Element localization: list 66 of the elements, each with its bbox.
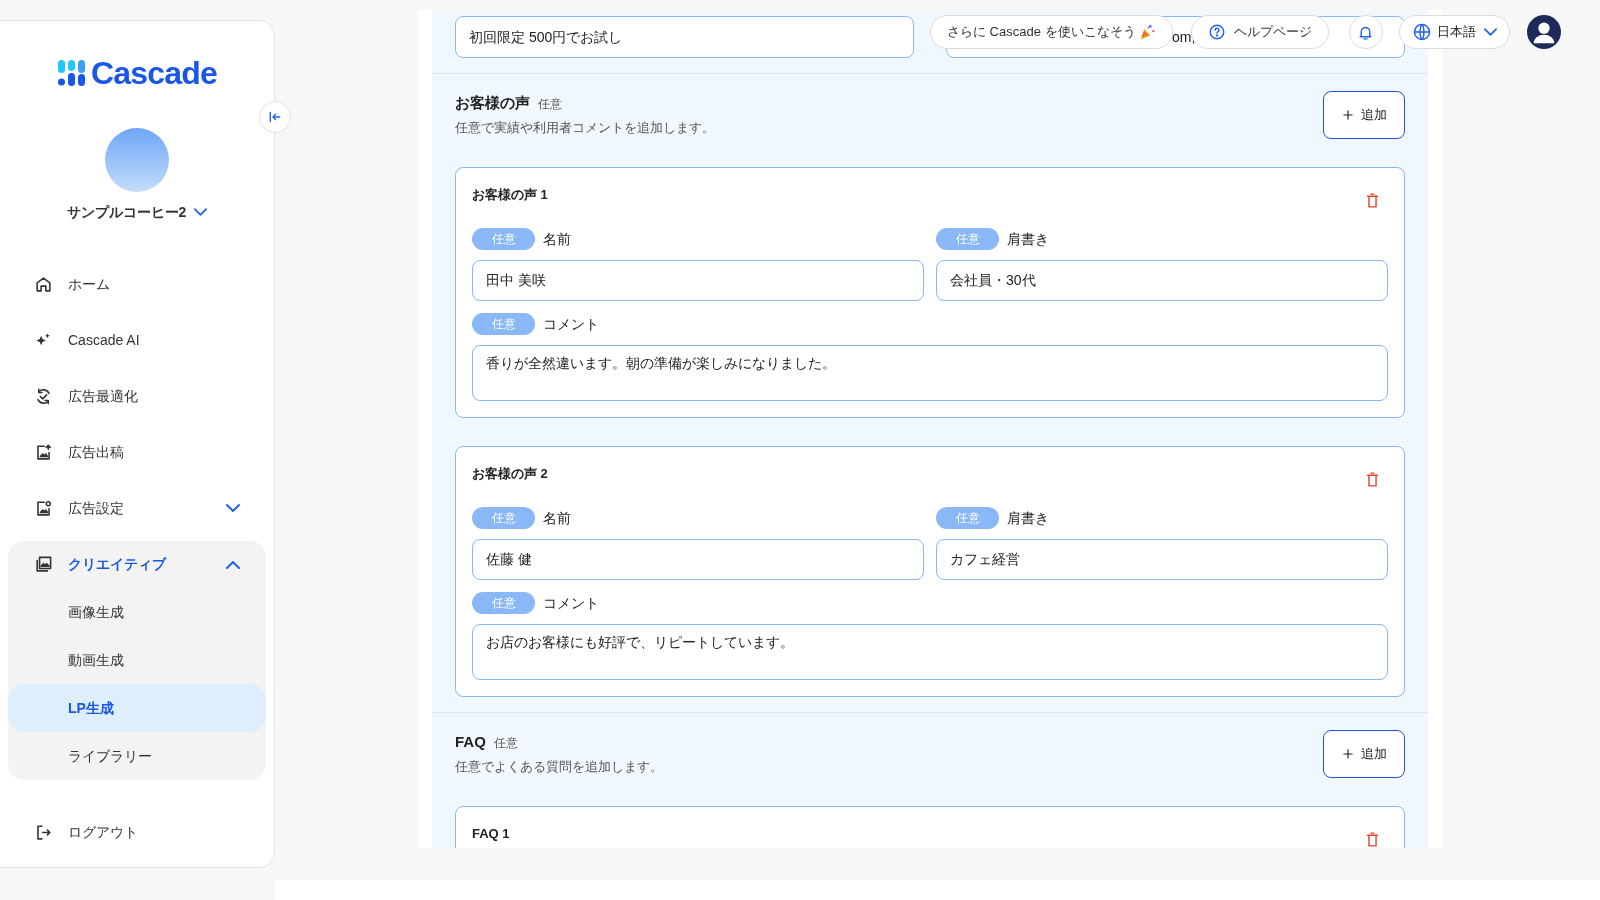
optional-label: 任意 xyxy=(493,735,518,752)
collapse-icon xyxy=(267,109,283,125)
section-title: FAQ xyxy=(455,732,486,752)
add-button[interactable]: 追加 xyxy=(1323,91,1405,139)
optional-badge: 任意 xyxy=(472,507,535,529)
textarea-field[interactable]: お店のお客様にも好評で、リピートしています。 xyxy=(472,624,1388,680)
logo-text: Cascade xyxy=(90,57,217,89)
collapse-sidebar-button[interactable] xyxy=(259,101,291,133)
add-button[interactable]: 追加 xyxy=(1323,730,1405,778)
field-label: 肩書き xyxy=(1007,508,1049,528)
logout-item[interactable]: ログアウト xyxy=(0,804,274,860)
gallery-icon xyxy=(34,555,53,574)
plus-icon xyxy=(1341,747,1355,761)
help-icon xyxy=(1207,23,1226,41)
image-gear-icon xyxy=(34,498,53,518)
field-label: コメント xyxy=(543,314,599,334)
textarea-field[interactable]: 香りが全然違います。朝の準備が楽しみになりました。 xyxy=(472,345,1388,401)
optional-label: 任意 xyxy=(538,96,562,113)
promo-button[interactable]: さらに Cascade を使いこなそう xyxy=(930,15,1173,49)
field-label: 名前 xyxy=(543,229,571,249)
chevron-up-icon xyxy=(226,560,240,569)
sidebar-item[interactable]: Cascade AI xyxy=(0,312,274,368)
sidebar-item[interactable]: ホーム xyxy=(0,256,274,312)
refresh-check-icon xyxy=(34,386,53,406)
sidebar-item[interactable]: 広告出稿 xyxy=(0,424,274,480)
card-title: お客様の声 1 xyxy=(472,186,548,204)
globe-icon xyxy=(1411,22,1432,42)
card-title: お客様の声 2 xyxy=(472,465,548,483)
home-icon xyxy=(34,274,53,294)
chevron-down-icon xyxy=(1483,28,1497,36)
sidebar-subitem[interactable]: 動画生成 xyxy=(8,636,266,684)
profile-avatar[interactable] xyxy=(1526,15,1561,49)
text-field[interactable]: 田中 美咲 xyxy=(472,260,924,301)
sidebar-item[interactable]: 広告設定 xyxy=(0,480,274,536)
optional-badge: 任意 xyxy=(936,228,999,250)
trash-icon[interactable] xyxy=(1364,192,1381,209)
text-field[interactable]: 佐藤 健 xyxy=(472,539,924,580)
section-title: お客様の声 xyxy=(455,93,530,113)
text-field[interactable]: カフェ経営 xyxy=(936,539,1388,580)
optional-badge: 任意 xyxy=(472,228,535,250)
sidebar-subitem[interactable]: 画像生成 xyxy=(8,588,266,636)
logo-icon xyxy=(56,58,87,88)
logout-icon xyxy=(34,822,53,842)
trash-icon[interactable] xyxy=(1364,831,1381,848)
sidebar-item[interactable]: 広告最適化 xyxy=(0,368,274,424)
sidebar-item[interactable]: クリエイティブ xyxy=(8,541,266,588)
field-label: コメント xyxy=(543,593,599,613)
chevron-down-icon xyxy=(194,208,208,216)
chevron-down-icon xyxy=(226,504,240,512)
sidebar-subitem[interactable]: LP生成 xyxy=(8,684,266,732)
section-description: 任意でよくある質問を追加します。 xyxy=(455,758,663,776)
field-label: 肩書き xyxy=(1007,229,1049,249)
text-field[interactable]: 会社員・30代 xyxy=(936,260,1388,301)
card-title: FAQ 1 xyxy=(472,825,510,843)
sidebar-subitem[interactable]: ライブラリー xyxy=(8,732,266,780)
account-switcher[interactable]: サンプルコーヒー2 xyxy=(66,201,208,223)
trash-icon[interactable] xyxy=(1364,471,1381,488)
optional-badge: 任意 xyxy=(472,592,535,614)
text-field[interactable]: 初回限定 500円でお試し xyxy=(455,16,914,58)
language-selector[interactable]: 日本語 xyxy=(1398,15,1510,49)
optional-badge: 任意 xyxy=(472,313,535,335)
optional-badge: 任意 xyxy=(936,507,999,529)
field-label: 名前 xyxy=(543,508,571,528)
section-description: 任意で実績や利用者コメントを追加します。 xyxy=(455,119,715,137)
plus-icon xyxy=(1341,108,1355,122)
image-upload-icon xyxy=(34,442,53,462)
